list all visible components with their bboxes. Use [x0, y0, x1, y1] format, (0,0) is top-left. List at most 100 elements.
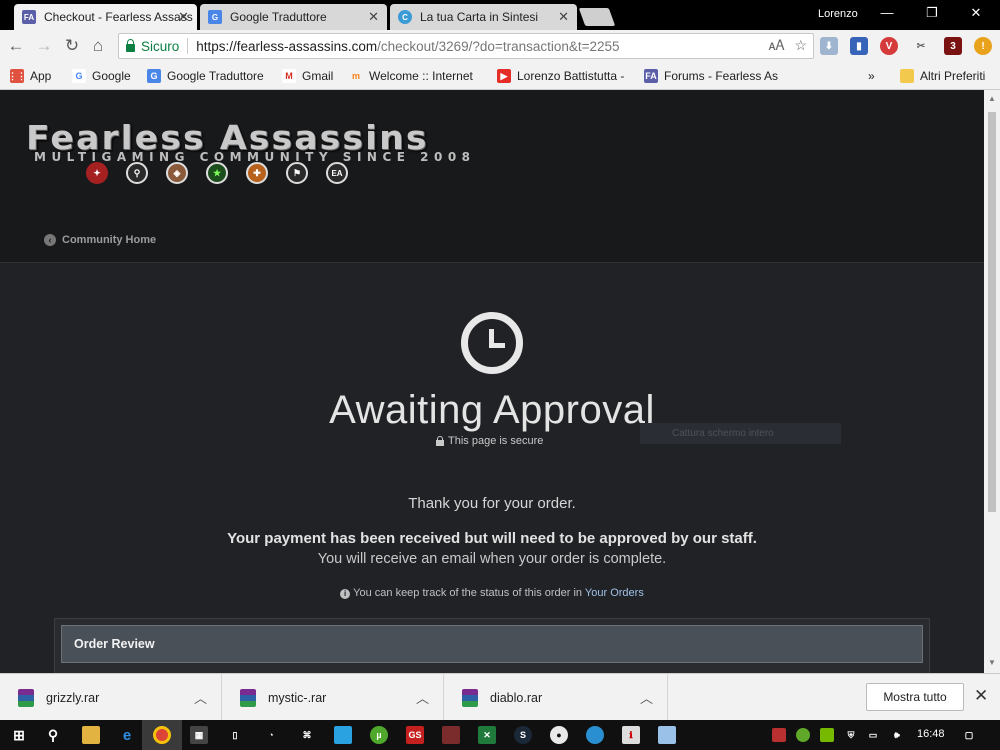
chrome-icon[interactable] — [153, 726, 171, 744]
close-icon[interactable]: ✕ — [178, 9, 189, 25]
search-icon[interactable]: ⚲ — [44, 726, 62, 744]
community-home-label: Community Home — [62, 234, 157, 246]
app-icon[interactable] — [334, 726, 352, 744]
show-all-downloads-button[interactable]: Mostra tutto — [866, 683, 964, 711]
bookmark-label: Google — [92, 69, 131, 83]
bookmark-youtube[interactable]: ▶ Lorenzo Battistutta - — [497, 69, 624, 83]
page-scrollbar[interactable]: ▲ ▼ — [984, 90, 1000, 673]
speedometer-icon[interactable]: ◔ — [262, 726, 280, 744]
back-arrow-icon[interactable]: ← — [6, 36, 26, 56]
translate-favicon-icon: G — [208, 10, 222, 24]
scrollbar-thumb[interactable] — [988, 112, 996, 512]
windows-taskbar: ⊞ ⚲ e ▦ ▯ ◔ ⌘ µ GS ✕ S ● ℹ ⛨ ▭ 🕪 16:48 ▢ — [0, 720, 1000, 750]
address-bar[interactable]: Sicuro https://fearless-assassins.com /c… — [118, 33, 814, 59]
home-icon[interactable]: ⌂ — [88, 36, 108, 56]
overflow-chevron-icon: » — [868, 69, 875, 83]
thank-you-message: Thank you for your order. — [408, 495, 576, 512]
bookmark-other-favorites[interactable]: Altri Preferiti — [900, 69, 985, 83]
notepad-icon[interactable] — [658, 726, 676, 744]
omnibox-divider — [187, 38, 189, 54]
utorrent-icon[interactable]: µ — [370, 726, 388, 744]
translate-icon: G — [147, 69, 161, 83]
chevron-up-icon[interactable]: ︿ — [640, 688, 653, 707]
lock-icon — [126, 39, 135, 52]
gamepad-icon[interactable]: ⌘ — [298, 726, 316, 744]
bookmark-label: Lorenzo Battistutta - — [517, 69, 625, 83]
browser-tab-strip: FA Checkout - Fearless Assass ✕ G Google… — [0, 0, 1000, 30]
tab-title: Google Traduttore — [230, 10, 327, 24]
tray-icon[interactable] — [772, 728, 786, 742]
download-item[interactable]: diablo.rar ︿ — [444, 674, 668, 721]
gs-icon[interactable]: GS — [406, 726, 424, 744]
restore-icon[interactable]: ❐ — [922, 5, 942, 21]
forward-arrow-icon[interactable]: → — [34, 36, 54, 56]
translate-page-icon[interactable]: 🗚 — [769, 37, 785, 54]
clock-time[interactable]: 16:48 — [917, 728, 945, 740]
edge-icon[interactable]: e — [118, 726, 136, 744]
back-circle-icon: ‹ — [44, 234, 56, 246]
download-item[interactable]: mystic-.rar ︿ — [222, 674, 444, 721]
game-logo-icon: ◈ — [166, 162, 188, 184]
ublock-icon[interactable]: 3 — [944, 37, 962, 55]
close-icon[interactable]: ✕ — [368, 9, 379, 25]
bookmark-gmail[interactable]: M Gmail — [282, 69, 333, 83]
game-logo-icon: ✚ — [246, 162, 268, 184]
scissors-extension-icon[interactable]: ✂ — [912, 37, 930, 55]
minimize-icon[interactable]: — — [877, 5, 897, 20]
bookmarks-overflow-button[interactable]: » — [868, 69, 875, 83]
community-home-link[interactable]: ‹ Community Home — [44, 234, 156, 246]
phone-icon[interactable]: ▯ — [226, 726, 244, 744]
vivaldi-extension-icon[interactable]: V — [880, 37, 898, 55]
bookmark-app[interactable]: ⋮⋮ App — [8, 69, 51, 83]
xbox-icon[interactable]: ✕ — [478, 726, 496, 744]
bookmark-google[interactable]: G Google — [72, 69, 131, 83]
media-player-icon[interactable]: ● — [550, 726, 568, 744]
app-icon[interactable]: ℹ — [622, 726, 640, 744]
download-extension-icon[interactable]: ⬇ — [820, 37, 838, 55]
window-close-icon[interactable]: ✕ — [966, 5, 986, 21]
shield-icon[interactable]: ⛨ — [844, 728, 858, 742]
nvidia-icon[interactable] — [820, 728, 834, 742]
bookmark-forums[interactable]: FA Forums - Fearless As — [644, 69, 778, 83]
new-tab-button[interactable] — [578, 8, 616, 26]
bookmark-google-translate[interactable]: G Google Traduttore — [147, 69, 264, 83]
secure-note: This page is secure — [436, 435, 543, 447]
tray-icon[interactable] — [796, 728, 810, 742]
bookmark-welcome-internet[interactable]: m Welcome :: Internet — [349, 69, 473, 83]
close-downloads-icon[interactable]: ✕ — [974, 686, 988, 706]
file-explorer-icon[interactable] — [82, 726, 100, 744]
scroll-down-arrow-icon[interactable]: ▼ — [988, 658, 996, 667]
store-icon[interactable]: ▦ — [190, 726, 208, 744]
gmail-icon: M — [282, 69, 296, 83]
close-icon[interactable]: ✕ — [558, 9, 569, 25]
site-header: Fearless Assassins MULTIGAMING COMMUNITY… — [0, 90, 984, 263]
chevron-up-icon[interactable]: ︿ — [416, 688, 429, 707]
volume-icon[interactable]: 🕪 — [890, 728, 904, 742]
carta-favicon-icon: C — [398, 10, 412, 24]
download-item[interactable]: grizzly.rar ︿ — [0, 674, 222, 721]
payment-received-message: Your payment has been received but will … — [227, 530, 757, 547]
scroll-up-arrow-icon[interactable]: ▲ — [988, 94, 996, 103]
tab-carta-sintesi[interactable]: C La tua Carta in Sintesi ✕ — [390, 4, 577, 30]
app-icon[interactable] — [586, 726, 604, 744]
winrar-archive-icon — [18, 688, 34, 707]
game-app-icon[interactable] — [442, 726, 460, 744]
tab-google-translate[interactable]: G Google Traduttore ✕ — [200, 4, 387, 30]
chevron-up-icon[interactable]: ︿ — [194, 688, 207, 707]
lock-icon — [436, 435, 444, 446]
your-orders-link[interactable]: Your Orders — [585, 587, 644, 599]
track-order-note: i You can keep track of the status of thi… — [0, 587, 984, 599]
profile-name[interactable]: Lorenzo — [818, 8, 858, 20]
bookmark-label: Forums - Fearless As — [664, 69, 779, 83]
bookmark-extension-icon[interactable]: ▮ — [850, 37, 868, 55]
bookmark-star-icon[interactable]: ☆ — [794, 37, 807, 54]
tab-checkout[interactable]: FA Checkout - Fearless Assass ✕ — [14, 4, 197, 30]
alert-menu-icon[interactable]: ! — [974, 37, 992, 55]
notifications-icon[interactable]: ▢ — [960, 726, 978, 744]
browser-toolbar: ← → ↻ ⌂ Sicuro https://fearless-assassin… — [0, 30, 1000, 62]
windows-start-icon[interactable]: ⊞ — [10, 726, 28, 744]
download-filename: diablo.rar — [490, 690, 543, 705]
reload-icon[interactable]: ↻ — [62, 36, 82, 56]
steam-icon[interactable]: S — [514, 726, 532, 744]
network-icon[interactable]: ▭ — [866, 728, 880, 742]
